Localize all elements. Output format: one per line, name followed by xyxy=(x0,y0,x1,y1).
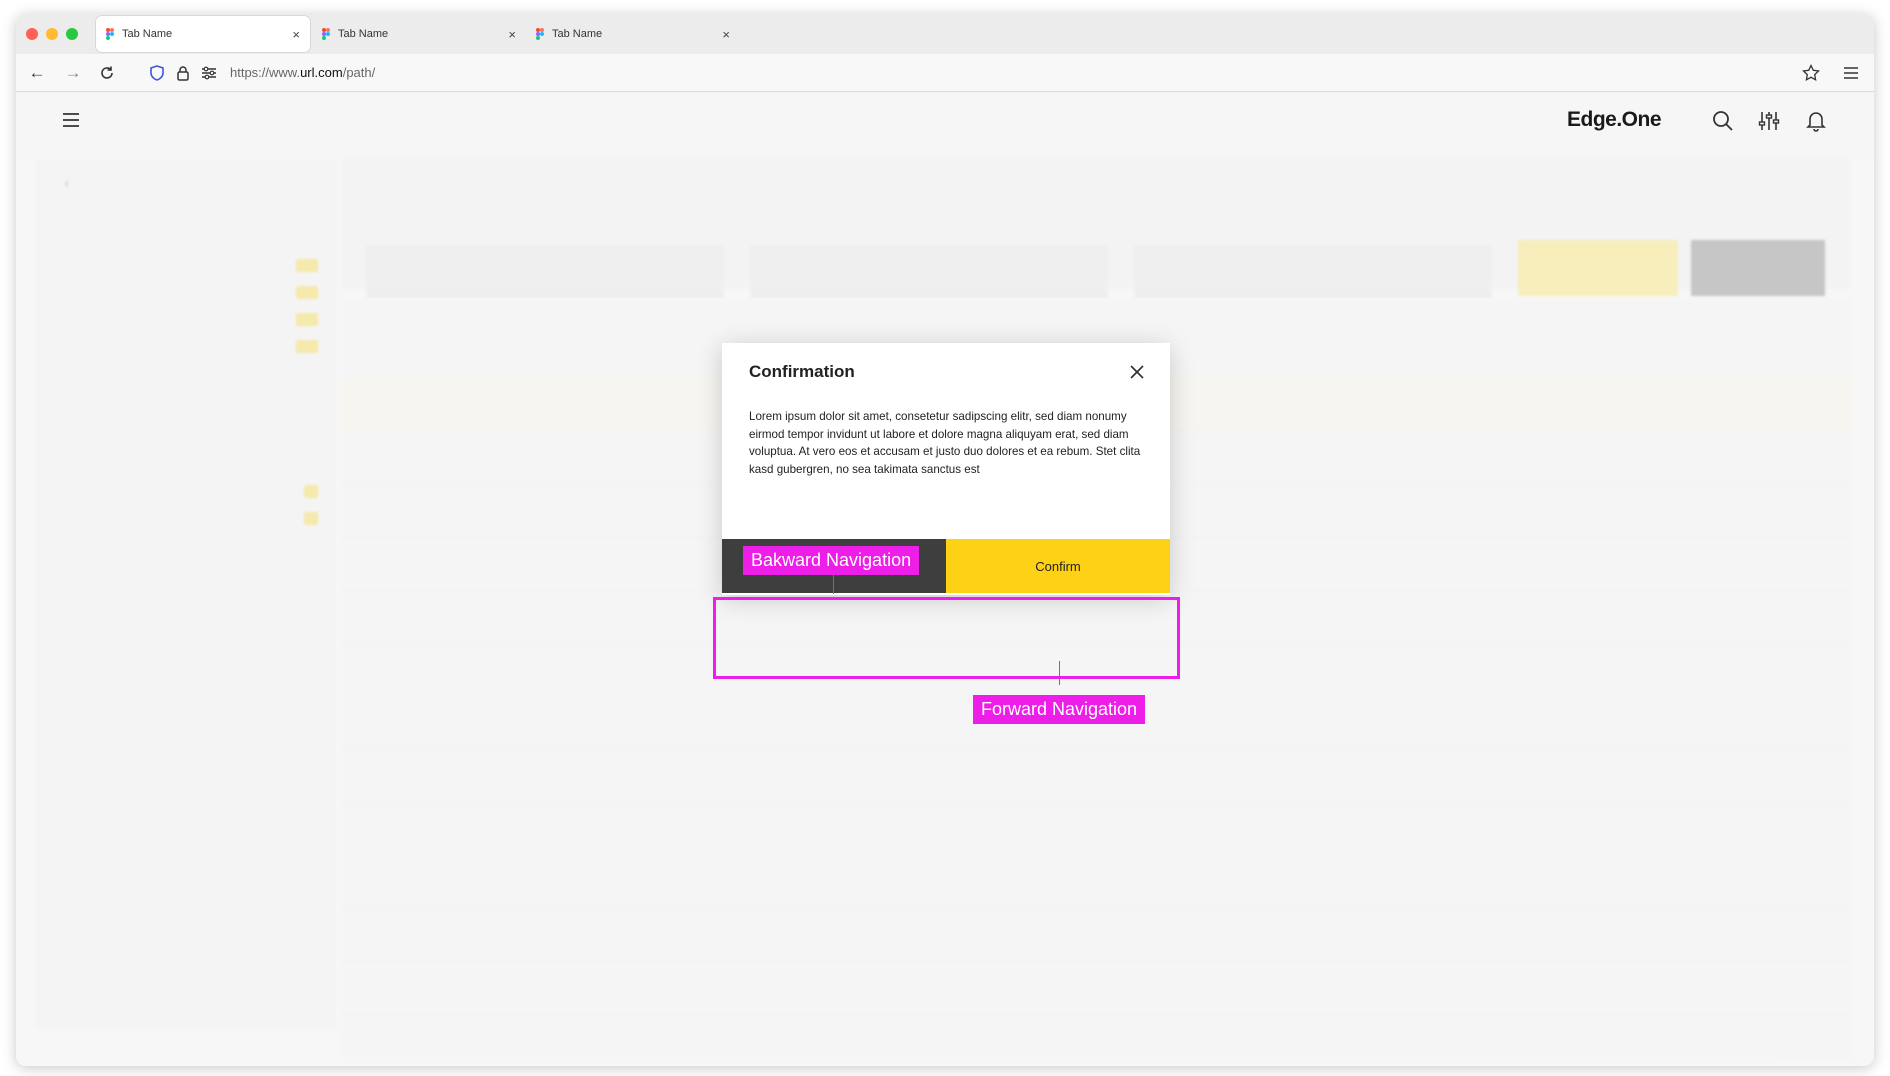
browser-window: Tab Name × Tab Name × Tab Name × ← → htt… xyxy=(16,14,1874,1066)
bell-icon[interactable] xyxy=(1804,109,1828,133)
annotation-backward-pointer xyxy=(833,574,834,594)
site-settings-icon[interactable] xyxy=(198,62,220,84)
browser-menu-icon[interactable] xyxy=(1840,62,1862,84)
figma-favicon-icon xyxy=(322,28,332,40)
dialog-body-text: Lorem ipsum dolor sit amet, consetetur s… xyxy=(749,410,1141,476)
dialog-title: Confirmation xyxy=(749,362,855,381)
sliders-icon[interactable] xyxy=(1757,109,1781,133)
shield-icon[interactable] xyxy=(146,62,168,84)
tab-title: Tab Name xyxy=(122,28,173,40)
url-prefix: https://www. xyxy=(230,65,301,80)
close-window-button[interactable] xyxy=(26,28,38,40)
url-domain: url.com xyxy=(300,65,343,80)
tab-2[interactable]: Tab Name × xyxy=(312,16,526,52)
tab-close-icon[interactable]: × xyxy=(508,27,516,42)
tab-bar: Tab Name × Tab Name × Tab Name × xyxy=(16,14,1874,54)
zoom-window-button[interactable] xyxy=(66,28,78,40)
search-icon[interactable] xyxy=(1711,109,1735,133)
back-arrow-icon[interactable]: ← xyxy=(26,62,48,84)
tab-close-icon[interactable]: × xyxy=(722,27,730,42)
brand-logo: Edge.One xyxy=(1567,108,1662,131)
tab-1[interactable]: Tab Name × xyxy=(96,16,310,52)
confirm-button[interactable]: Confirm xyxy=(946,539,1170,593)
lock-icon[interactable] xyxy=(172,62,194,84)
annotation-forward-pointer xyxy=(1059,661,1060,685)
tab-close-icon[interactable]: × xyxy=(292,27,300,42)
forward-arrow-icon[interactable]: → xyxy=(62,62,84,84)
app-header: Edge.One xyxy=(16,93,1874,159)
reload-icon[interactable] xyxy=(96,62,118,84)
annotation-highlight-frame xyxy=(713,597,1180,679)
url-field[interactable]: https://www.url.com/path/ xyxy=(230,65,375,80)
address-bar: ← → https://www.url.com/path/ xyxy=(16,54,1874,92)
minimize-window-button[interactable] xyxy=(46,28,58,40)
figma-favicon-icon xyxy=(106,28,116,40)
close-icon[interactable] xyxy=(1127,362,1147,382)
window-controls xyxy=(26,28,78,40)
menu-icon[interactable] xyxy=(60,109,84,133)
annotation-backward-label: Bakward Navigation xyxy=(743,546,920,575)
annotation-forward-label: Forward Navigation xyxy=(973,695,1146,724)
tab-3[interactable]: Tab Name × xyxy=(526,16,740,52)
figma-favicon-icon xyxy=(536,28,546,40)
bookmark-star-icon[interactable] xyxy=(1800,62,1822,84)
tab-title: Tab Name xyxy=(338,28,389,40)
tab-title: Tab Name xyxy=(552,28,603,40)
url-path: /path/ xyxy=(342,65,376,80)
